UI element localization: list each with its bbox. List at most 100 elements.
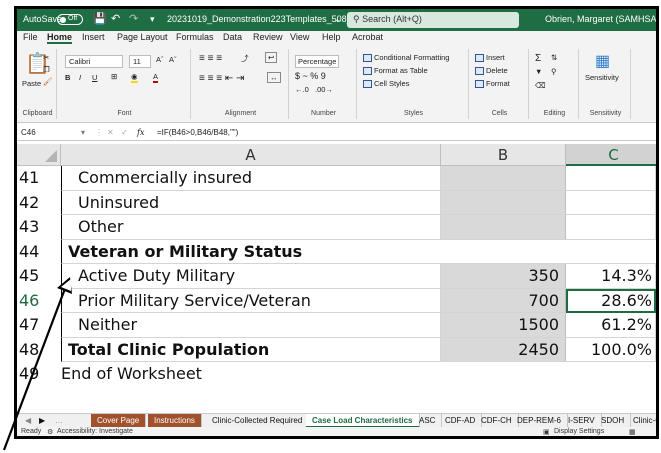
cell-c45[interactable]: 14.3% <box>566 264 656 289</box>
cut-icon[interactable]: ✂ <box>43 53 49 62</box>
cell-c47[interactable]: 61.2% <box>566 313 656 338</box>
formula-input[interactable]: =IF(B46>0,B46/B48,"") <box>157 128 238 137</box>
autosum-icon[interactable]: Σ <box>535 53 541 64</box>
insert-cells-button[interactable]: Insert <box>475 53 505 63</box>
cell-c41[interactable] <box>566 166 656 191</box>
undo-icon[interactable]: ↶ <box>111 12 120 25</box>
horizontal-align-icons[interactable]: ≡ ≡ ≡ ⇤ ⇥ <box>199 73 244 84</box>
fill-icon[interactable]: ▼ <box>535 67 542 76</box>
cell-a43[interactable]: Other <box>61 215 441 240</box>
cell-c46-selected[interactable]: 28.6% <box>566 288 656 313</box>
cell-b43[interactable] <box>441 215 566 240</box>
save-icon[interactable]: 💾 <box>93 12 107 25</box>
row-number[interactable]: 45 <box>17 264 61 289</box>
format-as-table-button[interactable]: Format as Table <box>363 66 428 76</box>
cell-styles-button[interactable]: Cell Styles <box>363 79 409 89</box>
row-number[interactable]: 44 <box>17 240 61 265</box>
cell-b45[interactable]: 350 <box>441 264 566 289</box>
row-number[interactable]: 42 <box>17 191 61 216</box>
grow-font-icon[interactable]: Aˆ <box>156 55 164 64</box>
filename-chevron-icon[interactable]: ⌄ <box>334 14 342 25</box>
accessibility-icon[interactable]: ⚙ <box>47 428 53 436</box>
number-format-select[interactable]: Percentage <box>295 55 340 68</box>
customize-qat-icon[interactable]: ▾ <box>150 14 155 25</box>
orientation-icon[interactable]: ⤴ <box>241 53 249 64</box>
tabs-more-icon[interactable]: … <box>49 414 69 428</box>
conditional-formatting-button[interactable]: Conditional Formatting <box>363 53 449 63</box>
search-box[interactable]: ⚲ Search (Alt+Q) <box>347 12 519 28</box>
row-number[interactable]: 47 <box>17 313 61 338</box>
tab-instructions[interactable]: Instructions <box>148 414 202 428</box>
bold-icon[interactable]: B <box>65 73 70 82</box>
delete-cells-button[interactable]: Delete <box>475 66 508 76</box>
cell-a45[interactable]: Active Duty Military <box>61 264 441 289</box>
cell-a41[interactable]: Commercially insured <box>61 166 441 191</box>
tab-dep-rem-6[interactable]: DEP-REM-6 <box>511 414 569 428</box>
cell-c48[interactable]: 100.0% <box>566 337 656 362</box>
clear-icon[interactable]: ⌫ <box>535 81 546 90</box>
menu-view[interactable]: View <box>290 32 309 42</box>
shrink-font-icon[interactable]: Aˇ <box>169 55 177 64</box>
cell-a49[interactable]: End of Worksheet <box>61 362 656 387</box>
menu-formulas[interactable]: Formulas <box>176 32 214 42</box>
column-header-b[interactable]: B <box>441 144 566 166</box>
cell-a46[interactable]: Prior Military Service/Veteran <box>61 288 441 313</box>
display-settings-button[interactable]: Display Settings <box>554 428 604 435</box>
menu-file[interactable]: File <box>23 32 38 42</box>
decimal-decrease-icon[interactable]: .00→ <box>315 85 333 94</box>
column-header-a[interactable]: A <box>61 144 441 166</box>
decimal-increase-icon[interactable]: ←.0 <box>295 85 309 94</box>
merge-center-icon[interactable]: ↔ <box>267 72 281 83</box>
wrap-text-icon[interactable]: ↩ <box>265 52 278 63</box>
cell-b42[interactable] <box>441 190 566 215</box>
menu-insert[interactable]: Insert <box>82 32 105 42</box>
fill-color-icon[interactable]: ◉ <box>131 72 138 83</box>
sensitivity-icon[interactable]: ▦ <box>595 51 610 71</box>
select-all-corner[interactable] <box>17 144 61 166</box>
cell-a42[interactable]: Uninsured <box>61 190 441 215</box>
accessibility-status[interactable]: Accessibility: Investigate <box>57 428 133 435</box>
tab-cover-page[interactable]: Cover Page <box>91 414 147 428</box>
display-settings-icon[interactable]: ▣ <box>543 428 550 436</box>
cell-c42[interactable] <box>566 190 656 215</box>
tab-sdoh[interactable]: SDOH <box>595 414 632 428</box>
enter-icon[interactable]: ✓ <box>121 128 128 137</box>
tab-case-load-characteristics[interactable]: Case Load Characteristics <box>306 414 420 428</box>
menu-review[interactable]: Review <box>253 32 283 42</box>
cell-a44[interactable]: Veteran or Military Status <box>61 239 656 264</box>
row-number[interactable]: 49 <box>17 362 61 387</box>
menu-home[interactable]: Home <box>47 32 73 44</box>
row-number[interactable]: 48 <box>17 338 61 363</box>
vertical-align-icons[interactable]: ≡ ≡ ≡ <box>199 53 222 64</box>
cell-b41[interactable] <box>441 166 566 191</box>
name-box[interactable]: C46 <box>21 128 79 137</box>
font-size-select[interactable]: 11 <box>129 55 151 68</box>
format-painter-icon[interactable]: 🖌 <box>43 77 53 86</box>
font-color-icon[interactable]: A <box>153 72 159 83</box>
row-number[interactable]: 43 <box>17 215 61 240</box>
menu-page-layout[interactable]: Page Layout <box>117 32 168 42</box>
borders-icon[interactable]: ⊞ <box>111 72 117 81</box>
font-name-select[interactable]: Calibri <box>65 55 123 68</box>
find-select-icon[interactable]: ⚲ <box>551 67 557 76</box>
row-number[interactable]: 46 <box>17 289 61 314</box>
format-cells-button[interactable]: Format <box>475 79 510 89</box>
name-box-dropdown-icon[interactable]: ▾ <box>81 128 85 137</box>
italic-icon[interactable]: I <box>79 73 81 82</box>
normal-view-icon[interactable]: ▦ <box>629 428 636 436</box>
currency-percent-comma[interactable]: $ ~ % 9 <box>295 71 326 81</box>
row-number[interactable]: 41 <box>17 166 61 191</box>
cell-c43[interactable] <box>566 215 656 240</box>
cell-b46[interactable]: 700 <box>441 288 566 313</box>
redo-icon[interactable]: ↷ <box>129 12 138 25</box>
cell-a48[interactable]: Total Clinic Population <box>61 337 441 362</box>
cancel-icon[interactable]: ✕ <box>107 128 114 137</box>
menu-help[interactable]: Help <box>322 32 341 42</box>
copy-icon[interactable]: ❐ <box>43 65 50 74</box>
cell-a47[interactable]: Neither <box>61 313 441 338</box>
tab-clinic-co[interactable]: Clinic-Co <box>627 414 656 428</box>
sensitivity-button[interactable]: Sensitivity <box>585 73 619 82</box>
tab-clinic-collected-required[interactable]: Clinic-Collected Required <box>206 414 310 428</box>
sort-filter-icon[interactable]: ⇅ <box>551 53 557 62</box>
column-header-c[interactable]: C <box>566 144 656 166</box>
